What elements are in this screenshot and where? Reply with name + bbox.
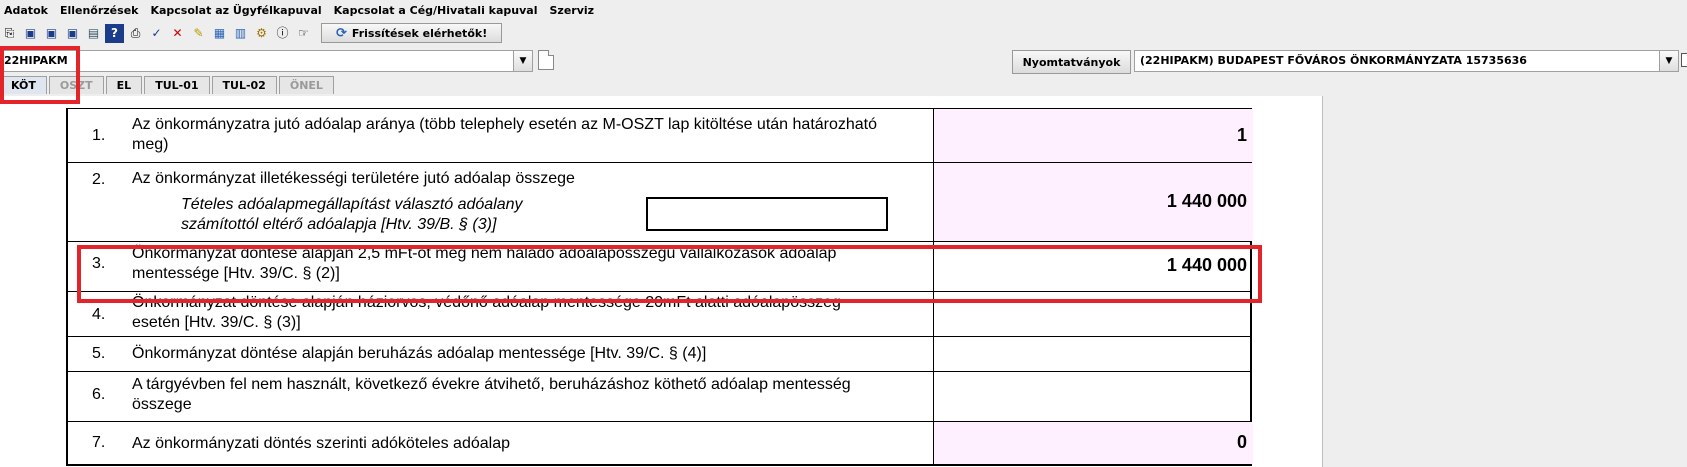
table-row: 5. Önkormányzat döntése alapján beruházá…: [68, 336, 1250, 371]
delete-icon[interactable]: ✕: [168, 24, 187, 43]
row-number: 4.: [92, 306, 106, 323]
row-number: 2.: [92, 171, 106, 188]
tab-oszt[interactable]: OSZT: [48, 76, 104, 94]
updates-label: Frissítések elérhetők!: [351, 26, 488, 40]
tab-tul-02[interactable]: TUL-02: [211, 76, 277, 94]
row-text: Önkormányzat döntése alapján háziorvos, …: [132, 294, 841, 331]
form-table: 1. Az önkormányzatra jutó adóalap aránya…: [66, 108, 1253, 466]
chevron-down-icon[interactable]: ▼: [513, 51, 532, 71]
row-text: Az önkormányzatra jutó adóalap aránya (t…: [132, 116, 878, 153]
chevron-down-icon[interactable]: ▼: [1659, 51, 1678, 71]
tab-tul-01[interactable]: TUL-01: [144, 76, 210, 94]
calc-list-icon[interactable]: ▥: [231, 24, 250, 43]
value-field[interactable]: [933, 337, 1253, 371]
alternate-base-input[interactable]: [646, 197, 888, 231]
table-row: 6. A tárgyévben fel nem használt, követk…: [68, 371, 1250, 421]
save-as-icon[interactable]: ▣: [63, 24, 82, 43]
updates-available-button[interactable]: ⟳ Frissítések elérhetők!: [321, 23, 503, 43]
row-text: Önkormányzat döntése alapján beruházás a…: [132, 345, 707, 362]
value-text: 0: [1236, 432, 1247, 452]
table-row: 7. Az önkormányzati döntés szerinti adók…: [68, 421, 1253, 466]
menu-ellenorzesek[interactable]: Ellenőrzések: [54, 4, 145, 17]
tab-el[interactable]: EL: [105, 76, 143, 94]
print-icon[interactable]: ⎙: [126, 24, 145, 43]
value-text: 1 440 000: [1166, 255, 1247, 275]
row-text: Az önkormányzati döntés szerinti adóköte…: [132, 435, 510, 452]
form-selector-value: 22HIPAKM: [4, 54, 68, 67]
form-selector[interactable]: 22HIPAKM ▼: [2, 50, 533, 72]
refresh-icon: ⟳: [336, 25, 347, 41]
value-field[interactable]: [933, 292, 1253, 336]
menu-ugyfelkapu[interactable]: Kapcsolat az Ügyfélkapuval: [144, 4, 327, 17]
tab-onel[interactable]: ÖNEL: [278, 76, 334, 94]
menu-bar: Adatok Ellenőrzések Kapcsolat az Ügyfélk…: [0, 0, 1687, 20]
tab-kot[interactable]: KÖT: [0, 76, 47, 94]
value-field[interactable]: 1 440 000: [933, 242, 1253, 291]
row-number: 7.: [92, 434, 106, 451]
value-text: 1 440 000: [1166, 191, 1247, 211]
menu-szerviz[interactable]: Szerviz: [544, 4, 601, 17]
row-number: 5.: [92, 345, 106, 362]
table-row: 2. Az önkormányzat illetékességi terület…: [68, 162, 1253, 241]
row-text: Az önkormányzat illetékességi területére…: [132, 170, 575, 187]
side-panel: [1322, 96, 1687, 467]
row-text: Önkormányzat döntése alapján 2,5 mFt-ot …: [132, 245, 837, 282]
value-field[interactable]: 1 440 000: [933, 163, 1253, 241]
document-icon[interactable]: [538, 50, 554, 70]
org-selector-value: (22HIPAKM) BUDAPEST FŐVÁROS ÖNKORMÁNYZAT…: [1140, 54, 1527, 67]
table-row: 1. Az önkormányzatra jutó adóalap aránya…: [68, 108, 1253, 162]
info-doc-icon[interactable]: ?: [105, 23, 124, 43]
org-selector[interactable]: (22HIPAKM) BUDAPEST FŐVÁROS ÖNKORMÁNYZAT…: [1134, 50, 1679, 72]
row-number: 6.: [92, 386, 106, 403]
window-edge-icon[interactable]: [1681, 53, 1687, 67]
row-number: 3.: [92, 255, 106, 272]
edit-pencil-icon[interactable]: ✎: [189, 24, 208, 43]
value-field[interactable]: 1: [933, 109, 1253, 162]
settings-icon[interactable]: ☞: [294, 24, 313, 43]
nyomtatvanyok-button[interactable]: Nyomtatványok: [1012, 50, 1131, 74]
menu-adatok[interactable]: Adatok: [0, 4, 54, 17]
value-text: 1: [1236, 125, 1247, 145]
copy-icon[interactable]: ⎘: [0, 24, 19, 43]
edit-icon[interactable]: ▤: [84, 24, 103, 43]
value-field[interactable]: [933, 372, 1253, 421]
row-text: A tárgyévben fel nem használt, következő…: [132, 376, 851, 413]
info-icon[interactable]: ⓘ: [273, 24, 292, 43]
tool-icon[interactable]: ⚙: [252, 24, 271, 43]
toolbar: ⎘ ▣ ▣ ▣ ▤ ? ⎙ ✓ ✕ ✎ ▦ ▥ ⚙ ⓘ ☞ ⟳ Frissíté…: [0, 22, 1687, 44]
calculator-icon[interactable]: ▦: [210, 24, 229, 43]
row-subtext: Tételes adóalapmegállapítást választó ad…: [181, 196, 523, 233]
value-field[interactable]: 0: [933, 422, 1253, 464]
save-icon[interactable]: ▣: [21, 24, 40, 43]
table-row: 4. Önkormányzat döntése alapján háziorvo…: [68, 291, 1250, 336]
check-icon[interactable]: ✓: [147, 24, 166, 43]
row-number: 1.: [92, 127, 106, 144]
table-row: 3. Önkormányzat döntése alapján 2,5 mFt-…: [68, 241, 1250, 291]
tab-bar: KÖT OSZT EL TUL-01 TUL-02 ÖNEL: [0, 76, 336, 96]
menu-ceg-hivatali-kapu[interactable]: Kapcsolat a Cég/Hivatali kapuval: [328, 4, 544, 17]
save-new-icon[interactable]: ▣: [42, 24, 61, 43]
